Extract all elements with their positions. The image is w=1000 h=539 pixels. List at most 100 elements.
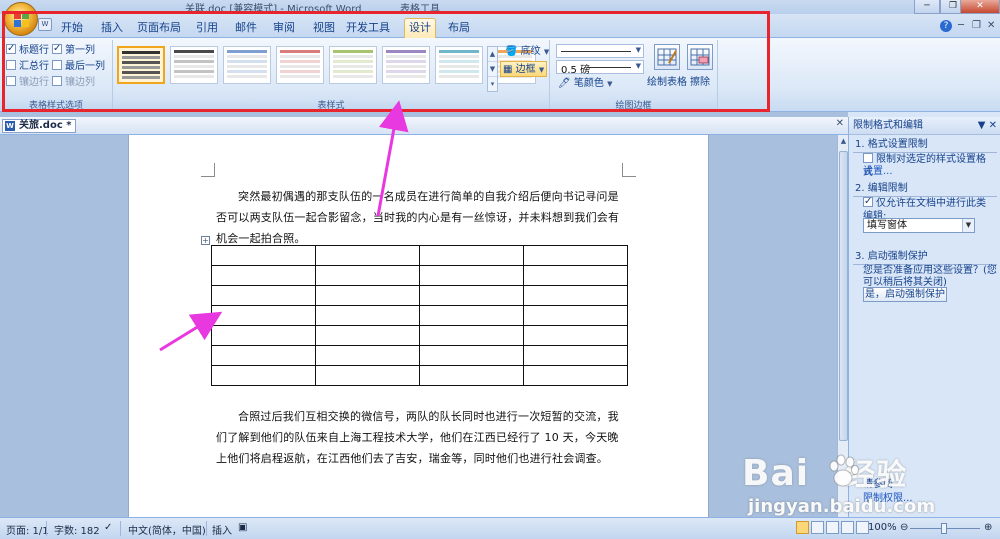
checkbox[interactable] <box>6 60 16 70</box>
table-cell[interactable] <box>315 285 420 306</box>
document-table[interactable] <box>211 245 628 386</box>
table-row[interactable] <box>211 285 628 306</box>
table-row[interactable] <box>211 345 628 366</box>
spell-check-icon[interactable]: ✓ <box>104 522 112 533</box>
help-icon[interactable]: ? <box>940 20 952 32</box>
paragraph-1[interactable]: 突然最初偶遇的那支队伍的一名成员在进行简单的自我介绍后便向书记寻问是否可以两支队… <box>216 186 626 249</box>
zoom-slider-thumb[interactable] <box>941 523 947 534</box>
pen-color-button[interactable]: 🖊 笔颜色 ▼ <box>556 76 614 92</box>
gallery-down-icon[interactable]: ▼ <box>488 62 497 77</box>
tab-0[interactable]: 开始 <box>58 19 86 38</box>
table-cell[interactable] <box>523 365 628 386</box>
close-document-icon[interactable]: ✕ <box>836 118 844 129</box>
table-style-tile-6[interactable] <box>435 46 483 84</box>
style-option-1[interactable]: 第一列 <box>52 42 95 58</box>
style-option-5[interactable]: 镶边列 <box>52 76 95 90</box>
gallery-scroll[interactable]: ▲ ▼ ▾ <box>487 46 498 92</box>
style-option-2[interactable]: 汇总行 <box>6 60 49 74</box>
ribbon-restore-icon[interactable]: ❐ <box>972 20 981 31</box>
table-cell[interactable] <box>315 265 420 286</box>
table-cell[interactable] <box>211 265 316 286</box>
table-cell[interactable] <box>419 265 524 286</box>
table-cell[interactable] <box>315 365 420 386</box>
draw-table-button[interactable]: 绘制表格 <box>647 44 687 88</box>
table-style-tile-1[interactable] <box>170 46 218 84</box>
table-cell[interactable] <box>419 285 524 306</box>
scrollbar-thumb[interactable] <box>839 151 848 441</box>
table-row[interactable] <box>211 325 628 346</box>
insert-mode[interactable]: 插入 <box>212 522 232 537</box>
table-cell[interactable] <box>211 345 316 366</box>
checkbox[interactable] <box>52 76 62 86</box>
table-cell[interactable] <box>523 245 628 266</box>
table-cell[interactable] <box>211 305 316 326</box>
tab-2[interactable]: 页面布局 <box>137 19 181 38</box>
quick-access-icon[interactable]: W <box>38 18 52 31</box>
table-cell[interactable] <box>419 365 524 386</box>
checkbox[interactable] <box>52 42 62 56</box>
scroll-up-icon[interactable]: ▲ <box>839 137 848 145</box>
table-move-handle-icon[interactable]: + <box>201 236 210 245</box>
tab-8[interactable]: 设计 <box>404 18 436 39</box>
table-cell[interactable] <box>211 245 316 266</box>
ribbon-close-icon[interactable]: ✕ <box>987 20 995 31</box>
table-cell[interactable] <box>419 245 524 266</box>
word-count[interactable]: 字数: 182 <box>54 522 100 537</box>
tab-1[interactable]: 插入 <box>98 19 126 38</box>
macro-record-icon[interactable]: ▣ <box>238 522 247 533</box>
office-button[interactable] <box>4 2 38 36</box>
tab-4[interactable]: 邮件 <box>232 19 260 38</box>
border-button[interactable]: ▦ 边框 ▼ <box>500 61 548 77</box>
checkbox[interactable] <box>6 76 16 86</box>
zoom-in-icon[interactable]: ⊕ <box>984 522 992 533</box>
table-cell[interactable] <box>315 325 420 346</box>
tab-9[interactable]: 布局 <box>444 19 474 38</box>
table-row[interactable] <box>211 365 628 386</box>
table-cell[interactable] <box>523 265 628 286</box>
edit-type-select[interactable]: 填写窗体 ▼ <box>863 218 975 233</box>
style-option-0[interactable]: 标题行 <box>6 42 49 58</box>
table-cell[interactable] <box>523 345 628 366</box>
close-window-button[interactable]: ✕ <box>960 0 1000 14</box>
document-tab[interactable]: W 关旅.doc * <box>2 119 77 133</box>
style-option-3[interactable]: 最后一列 <box>52 60 105 74</box>
table-style-tile-5[interactable] <box>382 46 430 84</box>
start-protection-button[interactable]: 是，启动强制保护 <box>863 287 947 302</box>
gallery-more-icon[interactable]: ▾ <box>488 77 497 92</box>
table-cell[interactable] <box>523 305 628 326</box>
table-cell[interactable] <box>315 345 420 366</box>
table-cell[interactable] <box>419 325 524 346</box>
line-weight-select[interactable]: 0.5 磅 ▼ <box>556 60 644 76</box>
table-cell[interactable] <box>211 365 316 386</box>
tab-5[interactable]: 审阅 <box>270 19 298 38</box>
language-indicator[interactable]: 中文(简体，中国) <box>128 522 206 537</box>
tab-6[interactable]: 视图 <box>310 19 338 38</box>
table-cell[interactable] <box>523 325 628 346</box>
table-cell[interactable] <box>419 345 524 366</box>
table-style-tile-0[interactable] <box>117 46 165 84</box>
table-row[interactable] <box>211 245 628 266</box>
table-style-tile-2[interactable] <box>223 46 271 84</box>
table-style-tile-3[interactable] <box>276 46 324 84</box>
tab-3[interactable]: 引用 <box>193 19 221 38</box>
tab-7[interactable]: 开发工具 <box>346 19 390 38</box>
style-option-4[interactable]: 镶边行 <box>6 76 49 90</box>
settings-link[interactable]: 设置... <box>863 166 893 178</box>
minimize-button[interactable]: ─ <box>914 0 940 14</box>
paragraph-2[interactable]: 合照过后我们互相交换的微信号，两队的队长同时也进行一次短暂的交流，我们了解到他们… <box>216 406 626 469</box>
checkbox[interactable] <box>52 60 62 70</box>
table-style-tile-4[interactable] <box>329 46 377 84</box>
shading-button[interactable]: 🪣 底纹 ▼ <box>503 44 551 60</box>
table-row[interactable] <box>211 305 628 326</box>
pane-close-icon[interactable]: ▼ ✕ <box>978 117 997 135</box>
table-cell[interactable] <box>523 285 628 306</box>
page-count[interactable]: 页面: 1/1 <box>6 522 49 537</box>
table-cell[interactable] <box>419 305 524 326</box>
table-cell[interactable] <box>315 245 420 266</box>
table-cell[interactable] <box>211 325 316 346</box>
table-row[interactable] <box>211 265 628 286</box>
checkbox[interactable] <box>6 42 16 56</box>
eraser-button[interactable]: 擦除 <box>687 44 713 88</box>
table-cell[interactable] <box>211 285 316 306</box>
ribbon-minimize-icon[interactable]: ─ <box>958 20 964 31</box>
